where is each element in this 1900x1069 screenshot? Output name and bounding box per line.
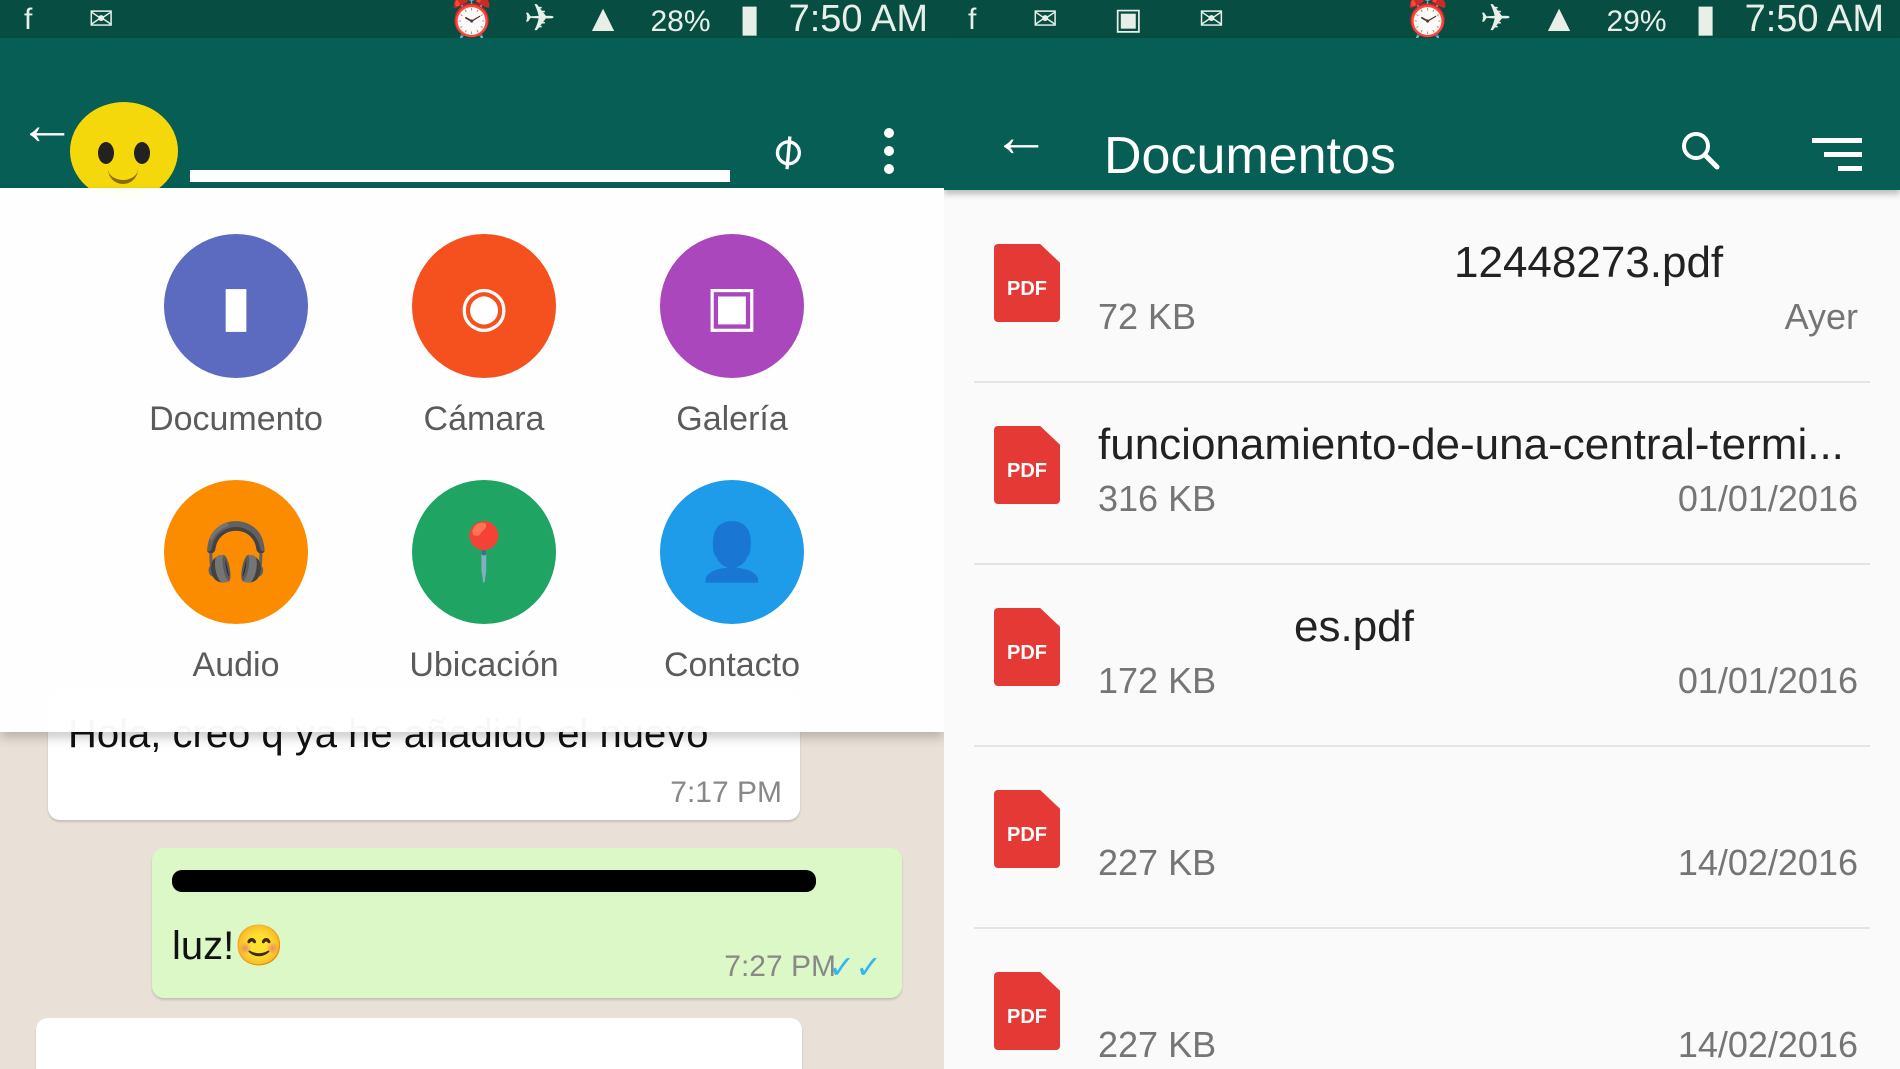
document-size: 316 KB	[1098, 478, 1217, 519]
chat-participants[interactable]	[190, 162, 730, 190]
document-date: 01/01/2016	[1677, 660, 1858, 701]
page-title: Documentos	[1104, 127, 1396, 185]
message-time: 7:17 PM	[670, 776, 782, 809]
document-icon[interactable]: ▮	[164, 234, 308, 378]
document-name: 12448273.pdf	[1454, 238, 1724, 287]
pdf-icon: PDF	[994, 244, 1060, 322]
more-vert-icon[interactable]	[884, 128, 896, 182]
read-ticks-icon: ✓✓	[828, 949, 882, 985]
attachment-sheet: ▮ Documento ◉ Cámara ▣ Galería 🎧 Audio 📍	[0, 188, 944, 732]
status-bar: f ✉ ⏰ ✈ ▲ 28% ▮ 7:50 AM	[0, 0, 944, 40]
chat-screen: f ✉ ⏰ ✈ ▲ 28% ▮ 7:50 AM ← ⌀ Hola, creo q…	[0, 0, 944, 1069]
document-date: 14/02/2016	[1677, 1024, 1858, 1065]
message-bubble[interactable]	[36, 1018, 802, 1069]
attach-gallery[interactable]: ▣ Galería	[612, 234, 852, 439]
list-item[interactable]: PDF es.pdf 172 KB 01/01/2016	[974, 564, 1870, 747]
pdf-icon: PDF	[994, 608, 1060, 686]
battery-percent: 29%	[1606, 5, 1667, 38]
message-time: 7:27 PM	[724, 950, 836, 983]
document-date: 01/01/2016	[1677, 478, 1858, 519]
map-pin-icon[interactable]: 📍	[412, 480, 556, 624]
documents-screen: f ✉ ▣ ✉ ⏰ ✈ ▲ 29% ▮ 7:50 AM ← Documentos…	[944, 0, 1900, 1069]
attach-contact[interactable]: 👤 Contacto	[612, 480, 852, 685]
message-bubble-outgoing[interactable]: luz!😊 7:27 PM ✓✓	[152, 848, 902, 998]
pdf-icon: PDF	[994, 790, 1060, 868]
signal-icon: ▲	[584, 0, 622, 40]
document-date: Ayer	[1784, 296, 1858, 337]
person-icon[interactable]: 👤	[660, 480, 804, 624]
pdf-icon: PDF	[994, 972, 1060, 1050]
camera-icon[interactable]: ◉	[412, 234, 556, 378]
document-size: 227 KB	[1098, 842, 1217, 883]
document-name: funcionamiento-de-una-central-termi...	[1098, 420, 1844, 469]
alarm-icon: ⏰	[1404, 0, 1452, 40]
arrow-left-icon[interactable]: ←	[992, 108, 1050, 166]
search-icon[interactable]	[1680, 130, 1720, 170]
notification-icons: f ✉ ▣ ✉	[968, 3, 1248, 36]
document-date: 14/02/2016	[1677, 842, 1858, 883]
attach-document[interactable]: ▮ Documento	[116, 234, 356, 439]
paperclip-icon[interactable]: ⌀	[758, 113, 826, 180]
clock: 7:50 AM	[788, 0, 928, 40]
sort-icon[interactable]	[1810, 138, 1862, 180]
arrow-left-icon[interactable]: ←	[18, 96, 76, 154]
status-bar: f ✉ ▣ ✉ ⏰ ✈ ▲ 29% ▮ 7:50 AM	[944, 0, 1900, 40]
signal-icon: ▲	[1540, 0, 1578, 40]
battery-icon: ▮	[1695, 0, 1717, 40]
avatar[interactable]	[70, 102, 178, 200]
battery-icon: ▮	[739, 0, 761, 40]
attach-camera[interactable]: ◉ Cámara	[364, 234, 604, 439]
battery-percent: 28%	[650, 5, 711, 38]
list-item[interactable]: PDF 227 KB 14/02/2016	[974, 928, 1870, 1069]
list-item[interactable]: PDF 227 KB 14/02/2016	[974, 746, 1870, 929]
redacted-text	[172, 870, 816, 892]
wifi-icon: ✈	[523, 0, 556, 40]
document-size: 172 KB	[1098, 660, 1217, 701]
attach-location[interactable]: 📍 Ubicación	[364, 480, 604, 685]
wifi-icon: ✈	[1479, 0, 1512, 40]
alarm-icon: ⏰	[448, 0, 496, 40]
headphones-icon[interactable]: 🎧	[164, 480, 308, 624]
list-item[interactable]: PDF 12448273.pdf 72 KB Ayer	[974, 200, 1870, 383]
clock: 7:50 AM	[1744, 0, 1884, 40]
gallery-icon[interactable]: ▣	[660, 234, 804, 378]
document-name: es.pdf	[1294, 602, 1414, 651]
message-text: luz!😊	[172, 924, 285, 968]
chat-toolbar: ← ⌀	[0, 38, 944, 200]
pdf-icon: PDF	[994, 426, 1060, 504]
documents-toolbar: ← Documentos	[944, 38, 1900, 190]
notification-icons: f ✉	[24, 3, 138, 36]
attach-audio[interactable]: 🎧 Audio	[116, 480, 356, 685]
list-item[interactable]: PDF funcionamiento-de-una-central-termi.…	[974, 382, 1870, 565]
document-size: 72 KB	[1098, 296, 1197, 337]
document-size: 227 KB	[1098, 1024, 1217, 1065]
